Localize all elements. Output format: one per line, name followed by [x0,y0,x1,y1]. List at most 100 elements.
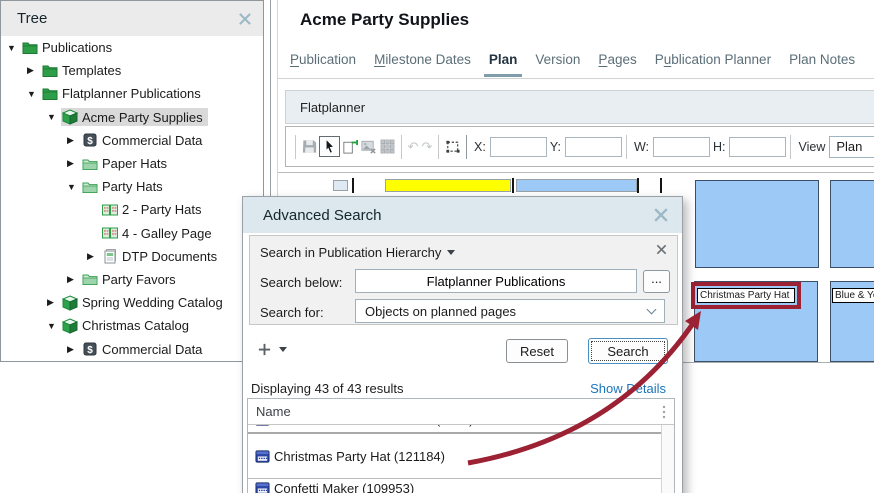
tree-item-christmas-catalog[interactable]: ▼ Christmas Catalog [1,314,263,337]
close-icon[interactable] [652,206,670,224]
tree-item-label: Templates [62,63,122,79]
toolbar-separator [625,134,627,159]
commercial-data-icon [82,341,98,357]
tab-publication[interactable]: Publication [290,52,356,71]
tree-item-flatplanner-publications[interactable]: ▼ Flatplanner Publications [1,82,263,105]
reset-button[interactable]: Reset [506,339,568,363]
show-details-link[interactable]: Show Details [590,381,666,396]
flatplanner-panel-title: Flatplanner [300,99,366,115]
width-input[interactable] [652,136,710,157]
search-for-label: Search for: [260,305,324,320]
tree-item-label: Paper Hats [102,156,168,172]
expand-arrow-icon[interactable]: ▼ [47,112,61,122]
expand-arrow-icon[interactable]: ▶ [87,251,101,262]
tab-version[interactable]: Version [535,52,580,71]
result-row[interactable]: Confetti Maker (109953) [248,479,674,493]
tree-item-2-party-hats[interactable]: 2 - Party Hats [1,198,263,221]
add-criteria-dropdown-icon[interactable] [279,347,287,352]
results-summary: Displaying 43 of 43 results [251,381,404,396]
tree-item-spring-wedding-catalog[interactable]: ▶ Spring Wedding Catalog [1,291,263,314]
plan-page-box[interactable] [830,180,874,268]
tab-plan[interactable]: Plan [483,52,522,77]
tree-panel-header: Tree [1,1,263,36]
search-for-select[interactable]: Objects on planned pages [355,299,665,323]
folder-icon [82,156,98,172]
column-menu-icon[interactable] [662,404,666,420]
height-input[interactable] [729,136,787,157]
expand-arrow-icon[interactable]: ▼ [7,43,21,53]
tree-item-commercial-data[interactable]: ▶ Commercial Data [1,129,263,152]
tree-item-label: 2 - Party Hats [122,202,202,218]
x-coordinate-input[interactable] [489,136,547,157]
remove-image-button[interactable] [359,136,378,157]
results-scrollbar[interactable] [661,425,674,493]
search-button[interactable]: Search [588,338,668,364]
flatplanner-panel-header: Flatplanner [285,90,874,124]
tree-item-acme-party-supplies[interactable]: ▼ Acme Party Supplies [1,106,263,129]
tab-pages[interactable]: Pages [598,52,636,71]
tree-item-party-hats[interactable]: ▼ Party Hats [1,175,263,198]
tree-item-4-galley-page[interactable]: 4 - Galley Page [1,222,263,245]
redo-icon[interactable]: ↷ [420,139,434,155]
folder-icon [82,271,98,287]
tree-item-paper-hats[interactable]: ▶ Paper Hats [1,152,263,175]
criteria-heading[interactable]: Search in Publication Hierarchy [260,245,455,260]
select-tool-button[interactable] [319,136,340,157]
expand-arrow-icon[interactable]: ▶ [47,297,61,308]
tree-item-dtp-documents[interactable]: ▶ DTP Documents [1,245,263,268]
result-row-label: Confetti Maker (109953) [274,481,415,493]
expand-arrow-icon[interactable]: ▼ [47,321,61,331]
plan-strip-cell[interactable] [516,179,637,192]
expand-arrow-icon[interactable]: ▶ [67,135,81,146]
tree-item-templates[interactable]: ▶ Templates [1,59,263,82]
add-criteria-button[interactable] [253,338,275,360]
tree-item-publications[interactable]: ▼ Publications [1,36,263,59]
remove-criteria-icon[interactable] [655,243,668,256]
tab-plan-notes[interactable]: Plan Notes [789,52,855,71]
toolbar-grip[interactable] [295,134,296,159]
x-coordinate-label: X: [474,139,486,154]
plan-strip-cell-selected[interactable] [385,179,511,192]
folder-icon [82,179,98,195]
toolbar-separator [401,134,402,159]
tree-panel: Tree ▼ Publications ▶ Templates ▼ Flatplann… [0,0,264,362]
tree-item-label: Publications [42,40,113,56]
grid-settings-button[interactable] [378,136,397,157]
expand-arrow-icon[interactable]: ▶ [67,274,81,285]
save-button[interactable] [300,136,319,157]
tree-item-party-favors[interactable]: ▶ Party Favors [1,268,263,291]
expand-arrow-icon[interactable]: ▼ [67,182,81,192]
folder-icon [42,63,58,79]
undo-icon[interactable]: ↶ [406,139,420,155]
tree-item-label: Party Hats [102,179,163,195]
tab-publication-planner[interactable]: Publication Planner [655,52,771,71]
plan-top-border [278,172,874,173]
y-coordinate-input[interactable] [564,136,622,157]
result-row[interactable]: Christmas Party Hat (121184) [248,434,674,479]
expand-arrow-icon[interactable]: ▶ [27,65,41,76]
chevron-down-icon [447,250,455,255]
column-header-name[interactable]: Name [256,404,291,419]
tree-item-commercial-data[interactable]: ▶ Commercial Data [1,337,263,360]
result-row[interactable]: Bolt of Red Insulated Cable (7823) [248,425,674,434]
search-below-input[interactable] [355,269,637,293]
close-icon[interactable] [237,11,253,27]
plan-strip-divider [637,178,639,193]
plan-object-label-partial[interactable]: Blue & Ye [832,288,874,303]
expand-arrow-icon[interactable]: ▼ [27,89,41,99]
folder-icon [22,40,38,56]
tree-item-label: Commercial Data [102,132,203,148]
expand-arrow-icon[interactable]: ▶ [67,344,81,355]
add-page-button[interactable] [340,136,359,157]
expand-arrow-icon[interactable]: ▶ [67,158,81,169]
dialog-title-bar[interactable]: Advanced Search [243,197,682,233]
publication-icon [62,295,78,311]
plan-strip-cell[interactable] [333,180,348,191]
browse-button[interactable]: ... [643,270,670,293]
view-select[interactable]: Plan [829,135,874,158]
toolbar-separator [790,134,792,159]
plan-page-box[interactable] [695,180,819,268]
results-table: Name Bolt of Red Insulated Cable (7823) … [247,398,675,493]
tab-milestone-dates[interactable]: Milestone Dates [374,52,471,71]
marquee-select-button[interactable] [443,136,462,157]
